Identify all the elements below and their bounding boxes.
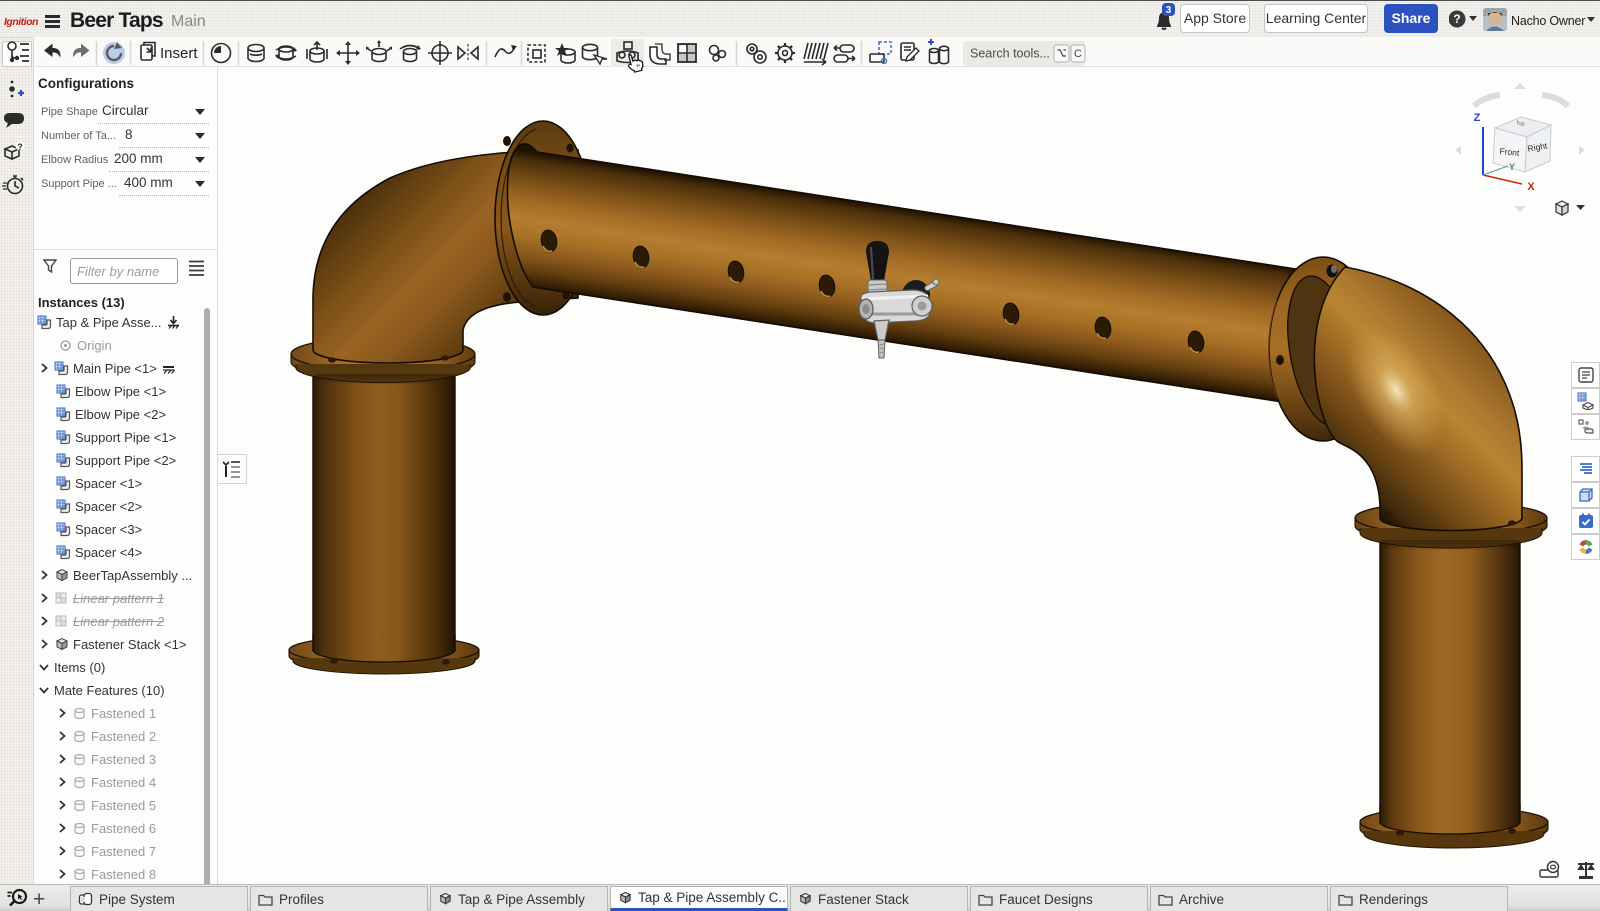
- svg-text:Z: Z: [1474, 112, 1481, 124]
- svg-text:Top: Top: [1515, 120, 1525, 127]
- svg-text:?: ?: [17, 142, 23, 152]
- svg-text:?: ?: [1453, 12, 1460, 26]
- svg-text:Front: Front: [1499, 146, 1520, 158]
- svg-text:Insert: Insert: [160, 45, 198, 62]
- svg-text:C: C: [1074, 48, 1082, 60]
- svg-text:Y: Y: [1509, 162, 1515, 172]
- svg-text:3: 3: [1166, 5, 1172, 16]
- svg-text:Search tools...: Search tools...: [970, 47, 1050, 61]
- svg-text:X: X: [1527, 181, 1535, 193]
